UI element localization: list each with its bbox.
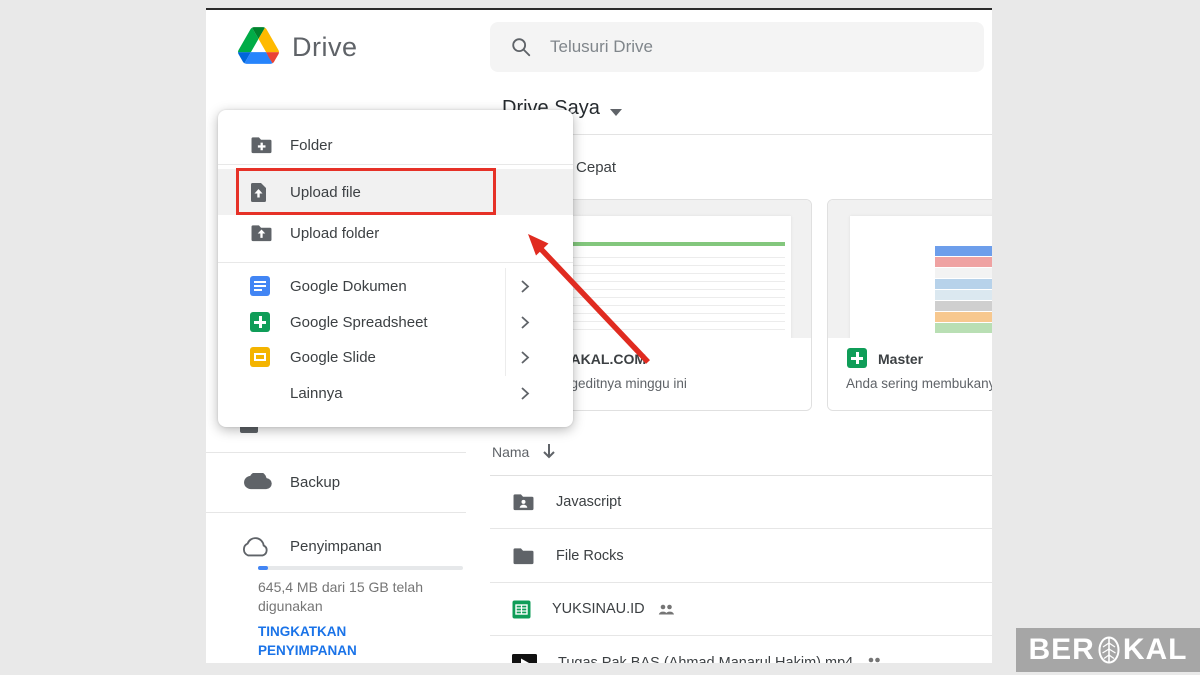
file-row-tugas-video[interactable]: Tugas Pak BAS (Ahmad Manarul Hakim).mp4 xyxy=(490,636,992,663)
new-item-menu: Folder Upload file xyxy=(218,110,573,427)
file-row-yuksinau[interactable]: YUKSINAU.ID xyxy=(490,583,992,636)
shared-folder-icon xyxy=(512,493,535,512)
chevron-right-icon xyxy=(520,350,530,365)
folder-plus-icon xyxy=(250,136,274,155)
upgrade-storage-link[interactable]: TINGKATKAN PENYIMPANAN xyxy=(258,622,357,660)
shared-people-icon xyxy=(658,604,675,615)
file-name: YUKSINAU.ID xyxy=(552,601,645,617)
divider xyxy=(206,452,466,453)
file-name: File Rocks xyxy=(556,548,624,564)
file-name: Tugas Pak BAS (Ahmad Manarul Hakim).mp4 xyxy=(558,655,853,664)
divider xyxy=(206,512,466,513)
chevron-right-icon xyxy=(520,315,530,330)
card-title: Master xyxy=(878,351,923,367)
storage-cloud-icon xyxy=(240,537,270,557)
search-icon xyxy=(510,36,532,58)
search-input[interactable] xyxy=(550,37,930,57)
folder-upload-icon xyxy=(250,224,274,243)
card-thumbnail-table xyxy=(828,200,992,339)
storage-progress-fill xyxy=(258,566,268,570)
mini-table-preview xyxy=(935,246,992,330)
backup-cloud-icon xyxy=(244,473,272,492)
watermark-badge: BER KAL xyxy=(1016,628,1200,672)
menu-item-upload-folder[interactable]: Upload folder xyxy=(218,215,573,251)
search-bar[interactable] xyxy=(490,22,984,72)
file-name: Javascript xyxy=(556,494,621,510)
file-row-javascript[interactable]: Javascript xyxy=(490,476,992,529)
quick-access-card-master[interactable]: Master Anda sering membukanya xyxy=(827,199,992,411)
app-title: Drive xyxy=(292,32,358,63)
watermark-text-post: KAL xyxy=(1123,633,1188,667)
sheets-icon xyxy=(847,348,867,368)
sort-descending-icon[interactable] xyxy=(542,443,556,459)
divider xyxy=(218,262,573,263)
spreadsheet-file-icon xyxy=(512,600,531,619)
menu-item-folder[interactable]: Folder xyxy=(218,127,573,163)
sidebar-item-storage[interactable]: Penyimpanan xyxy=(290,538,382,555)
card-subtitle: Anda sering membukanya xyxy=(846,376,992,391)
divider xyxy=(218,164,573,165)
drive-window: Drive Drive Saya Akses Cepat BERAKAL. xyxy=(206,8,992,663)
storage-usage-text: 645,4 MB dari 15 GB telah digunakan xyxy=(258,578,423,616)
storage-progress-bar xyxy=(258,566,463,570)
google-sheets-icon xyxy=(250,312,274,332)
shared-people-icon xyxy=(866,657,883,663)
google-slides-icon xyxy=(250,347,274,367)
brain-leaf-icon xyxy=(1097,635,1121,665)
chevron-down-icon[interactable] xyxy=(610,109,622,116)
file-row-file-rocks[interactable]: File Rocks xyxy=(490,530,992,583)
chevron-right-icon xyxy=(520,279,530,294)
page-background: Drive Drive Saya Akses Cepat BERAKAL. xyxy=(0,0,1200,675)
watermark-text-pre: BER xyxy=(1029,633,1095,667)
chevron-right-icon xyxy=(520,386,530,401)
google-drive-logo[interactable] xyxy=(238,27,279,64)
folder-icon xyxy=(512,547,535,566)
list-header-name[interactable]: Nama xyxy=(492,444,529,460)
video-file-icon xyxy=(512,654,537,664)
google-docs-icon xyxy=(250,276,274,296)
annotation-highlight-box xyxy=(236,168,496,215)
sidebar-item-backup[interactable]: Backup xyxy=(290,474,340,491)
